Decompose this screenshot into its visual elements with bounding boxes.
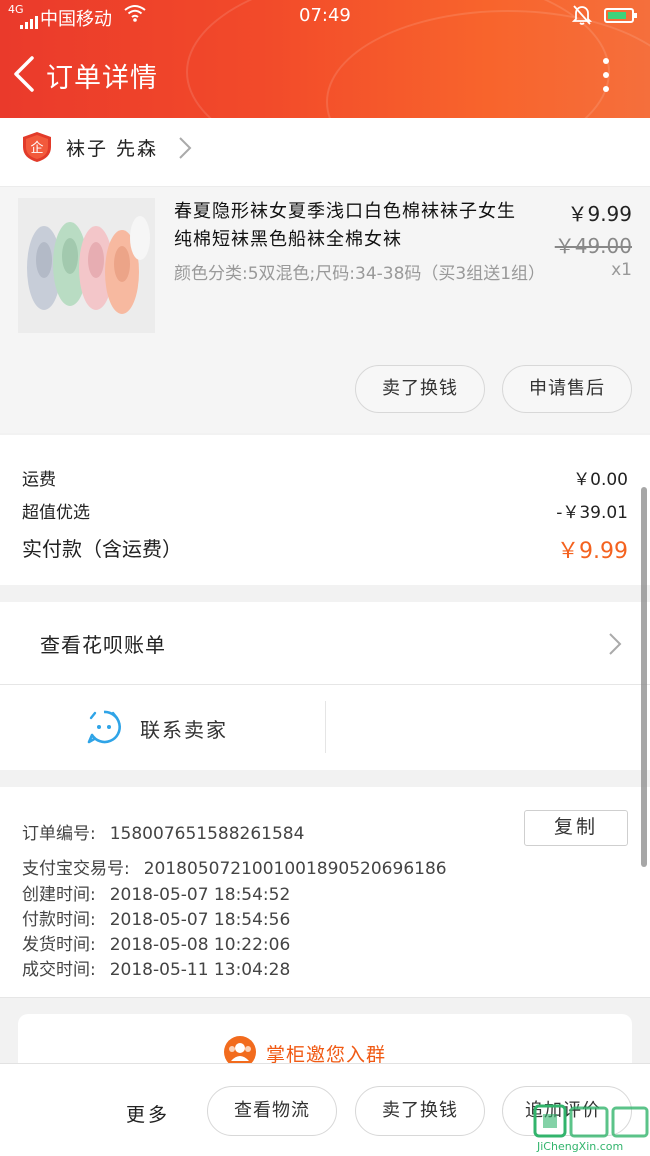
chevron-right-icon: [179, 137, 192, 159]
more-button[interactable]: 更多: [126, 1100, 170, 1127]
order-number-value: 158007651588261584: [109, 824, 305, 844]
sell-for-cash-button[interactable]: 卖了换钱: [355, 365, 485, 413]
copy-button[interactable]: 复制: [524, 810, 628, 846]
view-logistics-button[interactable]: 查看物流: [207, 1086, 337, 1136]
back-arrow-icon[interactable]: [8, 55, 42, 93]
site-watermark: JiChengXin.com: [533, 1104, 650, 1155]
alipay-trade-row: 支付宝交易号: 2018050721001001890520696186: [22, 854, 447, 879]
discount-label: 超值优选: [22, 503, 90, 523]
carrier-name: 中国移动: [40, 9, 112, 30]
shipped-time-label: 发货时间:: [22, 935, 96, 955]
shipped-time-value: 2018-05-08 10:22:06: [109, 935, 291, 955]
wifi-icon: [124, 5, 146, 22]
contact-section: 联系卖家: [0, 685, 650, 770]
shipping-value: ￥0.00: [573, 470, 628, 490]
paid-time-label: 付款时间:: [22, 910, 96, 930]
paid-value: ￥9.99: [557, 539, 628, 564]
signal-icon: [20, 8, 40, 29]
battery-icon: [604, 8, 637, 23]
paid-time-value: 2018-05-07 18:54:56: [109, 910, 291, 930]
product-title[interactable]: 春夏隐形袜女夏季浅口白色棉袜袜子女生纯棉短袜黑色船袜全棉女袜: [174, 198, 534, 254]
chat-face-icon[interactable]: [86, 709, 122, 745]
paid-time-row: 付款时间: 2018-05-07 18:54:56: [22, 905, 290, 930]
product-spec: 颜色分类:5双混色;尺码:34-38码（买3组送1组）: [174, 264, 546, 284]
discount-value: -￥39.01: [556, 503, 628, 523]
scrollbar[interactable]: [641, 487, 647, 867]
more-options-icon[interactable]: [596, 58, 616, 94]
product-price: ￥9.99: [567, 202, 632, 226]
after-sale-button[interactable]: 申请售后: [502, 365, 632, 413]
svg-text:企: 企: [30, 140, 43, 156]
shop-name: 袜子 先森: [66, 138, 159, 160]
top-bar: 4G 中国移动 07:49 订单详情: [0, 0, 650, 118]
alipay-trade-value: 2018050721001001890520696186: [143, 859, 447, 879]
order-info: 订单编号: 158007651588261584 复制 支付宝交易号: 201805…: [0, 787, 650, 998]
shipped-time-row: 发货时间: 2018-05-08 10:22:06: [22, 930, 290, 955]
page-title: 订单详情: [46, 63, 158, 94]
closed-time-label: 成交时间:: [22, 960, 96, 980]
paid-label: 实付款（含运费）: [22, 537, 182, 561]
status-bar: 4G 中国移动 07:49: [0, 0, 650, 32]
closed-time-value: 2018-05-11 13:04:28: [109, 960, 291, 980]
product-quantity: x1: [611, 260, 632, 280]
closed-time-row: 成交时间: 2018-05-11 13:04:28: [22, 955, 290, 980]
price-summary: 运费 ￥0.00 超值优选 -￥39.01 实付款（含运费） ￥9.99: [0, 435, 650, 585]
shop-row[interactable]: 企 袜子 先森: [0, 118, 650, 187]
created-time-label: 创建时间:: [22, 885, 96, 905]
chevron-right-icon: [609, 633, 622, 655]
created-time-row: 创建时间: 2018-05-07 18:54:52: [22, 880, 290, 905]
divider: [325, 701, 326, 753]
sell-for-cash-button[interactable]: 卖了换钱: [355, 1086, 485, 1136]
product-original-price: ￥49.00: [554, 234, 632, 258]
enterprise-shop-icon: 企: [23, 132, 51, 162]
mute-bell-icon: [572, 5, 592, 25]
order-item[interactable]: 春夏隐形袜女夏季浅口白色棉袜袜子女生纯棉短袜黑色船袜全棉女袜 颜色分类:5双混色…: [0, 187, 650, 433]
watermark-logo: [533, 1104, 649, 1138]
discount-row: 超值优选 -￥39.01: [22, 498, 628, 523]
shipping-label: 运费: [22, 470, 56, 490]
clock: 07:49: [299, 5, 351, 26]
alipay-trade-label: 支付宝交易号:: [22, 859, 130, 879]
product-image[interactable]: [18, 198, 155, 333]
order-number-label: 订单编号:: [22, 824, 96, 844]
huabei-bill-row[interactable]: 查看花呗账单: [0, 602, 650, 685]
watermark-site: JiChengXin.com: [537, 1140, 624, 1153]
order-number-row: 订单编号: 158007651588261584: [22, 819, 304, 844]
huabei-label: 查看花呗账单: [40, 633, 166, 657]
shipping-row: 运费 ￥0.00: [22, 465, 628, 490]
paid-row: 实付款（含运费） ￥9.99: [22, 533, 628, 564]
contact-seller-button[interactable]: 联系卖家: [140, 714, 228, 743]
created-time-value: 2018-05-07 18:54:52: [109, 885, 291, 905]
